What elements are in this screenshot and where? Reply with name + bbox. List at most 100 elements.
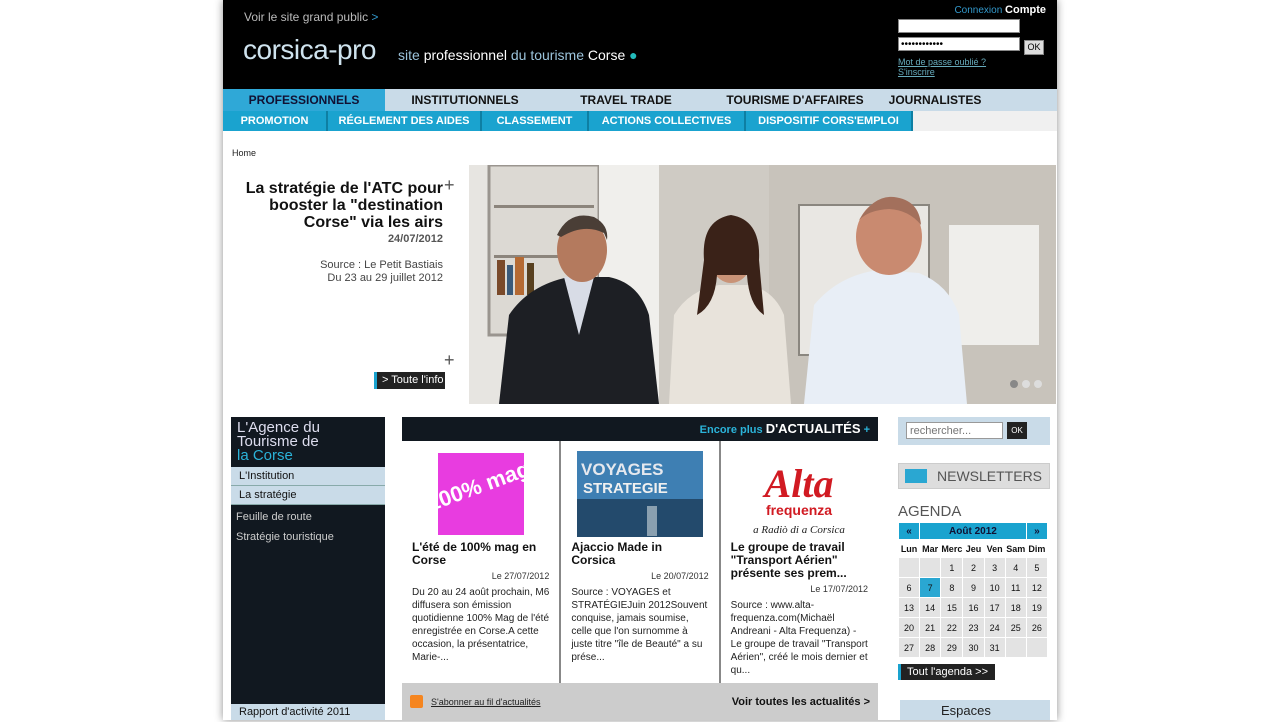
subnav-actions-collectives[interactable]: ACTIONS COLLECTIVES: [589, 111, 746, 131]
news-article[interactable]: VOYAGES STRATEGIE Ajaccio Made in Corsic…: [561, 441, 719, 683]
nav-professionnels[interactable]: PROFESSIONNELS: [223, 89, 385, 111]
calendar-day[interactable]: 12: [1025, 577, 1049, 598]
breadcrumb[interactable]: Home: [232, 148, 256, 158]
subnav-reglement-aides[interactable]: RÉGLEMENT DES AIDES: [328, 111, 482, 131]
calendar-week: 20 21 22 23 24 25 26: [897, 617, 1049, 638]
calendar-day[interactable]: 17: [983, 597, 1006, 618]
calendar-day[interactable]: 26: [1025, 617, 1049, 638]
calendar-day[interactable]: 25: [1004, 617, 1027, 638]
nav-journalistes[interactable]: JOURNALISTES: [883, 89, 987, 111]
article-title[interactable]: Le groupe de travail "Transport Aérien" …: [731, 541, 868, 580]
weekday-header: Sam: [1004, 539, 1027, 558]
calendar-day[interactable]: 4: [1004, 557, 1027, 578]
sidebar-subitem-feuille-de-route[interactable]: Feuille de route: [231, 507, 385, 527]
article-title[interactable]: Ajaccio Made in Corsica: [571, 541, 708, 567]
agenda-title: AGENDA: [898, 503, 962, 520]
logo[interactable]: corsica-pro: [243, 34, 376, 66]
featured-source: Source : Le Petit Bastiais Du 23 au 29 j…: [243, 259, 443, 285]
toute-info-button[interactable]: > Toute l'info: [374, 372, 445, 389]
subnav-cors-emploi[interactable]: DISPOSITIF CORS'EMPLOI: [746, 111, 913, 131]
rss-subscribe-link[interactable]: S'abonner au fil d'actualités: [410, 695, 541, 708]
plus-icon: +: [863, 424, 870, 436]
calendar-next-button[interactable]: »: [1025, 522, 1049, 540]
featured-article: La stratégie de l'ATC pour booster la "d…: [243, 180, 443, 285]
featured-source-line: Du 23 au 29 juillet 2012: [327, 272, 443, 284]
subnav-classement[interactable]: CLASSEMENT: [482, 111, 589, 131]
calendar-month: Août 2012: [919, 522, 1027, 540]
slider-dot[interactable]: [1034, 380, 1042, 388]
calendar-day[interactable]: 18: [1004, 597, 1027, 618]
calendar-day[interactable]: 27: [897, 637, 921, 658]
search-input[interactable]: [906, 422, 1003, 439]
calendar-day[interactable]: 15: [940, 597, 964, 618]
thumbnail-text: Alta: [762, 461, 834, 506]
article-thumbnail-100mag[interactable]: 100% mag: [417, 451, 544, 537]
search-ok-button[interactable]: OK: [1007, 422, 1027, 439]
news-header-small: Encore plus: [699, 424, 763, 436]
sidebar-item-rapport[interactable]: Rapport d'activité 2011: [231, 704, 385, 720]
public-site-link[interactable]: Voir le site grand public >: [244, 10, 378, 24]
article-thumbnail-alta-frequenza[interactable]: Alta frequenza a Radiò di a Corsica: [736, 451, 863, 537]
calendar-day[interactable]: 14: [919, 597, 942, 618]
thumbnail-text: VOYAGES: [581, 460, 664, 479]
search-box: OK: [898, 417, 1050, 445]
login-ok-button[interactable]: OK: [1024, 40, 1044, 55]
featured-title[interactable]: La stratégie de l'ATC pour booster la "d…: [243, 180, 443, 231]
slider-dot[interactable]: [1010, 380, 1018, 388]
calendar-day[interactable]: 22: [940, 617, 964, 638]
weekday-header: Jeu: [962, 539, 985, 558]
espaces-panel[interactable]: Espaces: [900, 700, 1050, 720]
tagline-part: site: [398, 47, 420, 63]
weekday-header: Mar: [919, 539, 942, 558]
calendar-day[interactable]: 29: [940, 637, 964, 658]
calendar-day[interactable]: 2: [962, 557, 985, 578]
subnav-promotion[interactable]: PROMOTION: [223, 111, 328, 131]
news-header[interactable]: Encore plus D'ACTUALITÉS +: [402, 417, 878, 441]
calendar-day[interactable]: 31: [983, 637, 1006, 658]
calendar-day[interactable]: 8: [940, 577, 964, 598]
register-link[interactable]: S'inscrire: [898, 67, 1048, 77]
nav-institutionnels[interactable]: INSTITUTIONNELS: [385, 89, 545, 111]
forgot-password-link[interactable]: Mot de passe oublié ?: [898, 57, 1048, 67]
calendar-day[interactable]: 5: [1025, 557, 1049, 578]
calendar-empty-cell: [897, 557, 921, 578]
username-input[interactable]: [898, 19, 1020, 33]
calendar-day[interactable]: 1: [940, 557, 964, 578]
calendar-day[interactable]: 23: [962, 617, 985, 638]
newsletters-button[interactable]: NEWSLETTERS: [898, 463, 1050, 489]
calendar-day[interactable]: 9: [962, 577, 985, 598]
slider-dot[interactable]: [1022, 380, 1030, 388]
news-article[interactable]: 100% mag L'été de 100% mag en Corse Le 2…: [402, 441, 560, 683]
envelope-icon: [905, 469, 927, 483]
featured-photo[interactable]: [469, 165, 1056, 404]
sidebar-item-strategie[interactable]: La stratégie: [231, 486, 385, 505]
article-thumbnail-voyages[interactable]: VOYAGES STRATEGIE: [576, 451, 703, 537]
calendar-day[interactable]: 6: [897, 577, 921, 598]
calendar-day[interactable]: 7: [919, 577, 942, 598]
sidebar-item-institution[interactable]: L'Institution: [231, 467, 385, 486]
calendar-day[interactable]: 16: [962, 597, 985, 618]
news-footer: S'abonner au fil d'actualités Voir toute…: [402, 683, 878, 720]
news-panel: Encore plus D'ACTUALITÉS + 100% mag L'ét…: [402, 417, 878, 720]
calendar-day[interactable]: 24: [983, 617, 1006, 638]
calendar-day[interactable]: 13: [897, 597, 921, 618]
calendar-day[interactable]: 21: [919, 617, 942, 638]
calendar-day[interactable]: 3: [983, 557, 1006, 578]
calendar-day[interactable]: 20: [897, 617, 921, 638]
see-all-news-link[interactable]: Voir toutes les actualités >: [732, 696, 870, 708]
password-input[interactable]: [898, 37, 1020, 51]
nav-travel-trade[interactable]: TRAVEL TRADE: [545, 89, 707, 111]
calendar-day[interactable]: 11: [1004, 577, 1027, 598]
nav-tourisme-affaires[interactable]: TOURISME D'AFFAIRES: [707, 89, 883, 111]
sidebar-subitem-strategie-touristique[interactable]: Stratégie touristique: [231, 527, 385, 547]
all-agenda-button[interactable]: Tout l'agenda >>: [898, 664, 995, 680]
calendar-prev-button[interactable]: «: [897, 522, 921, 540]
calendar-day[interactable]: 28: [919, 637, 942, 658]
calendar-day[interactable]: 10: [983, 577, 1006, 598]
tagline-dot-icon: ●: [629, 47, 638, 63]
article-title[interactable]: L'été de 100% mag en Corse: [412, 541, 549, 567]
newsletters-label: NEWSLETTERS: [937, 468, 1043, 484]
calendar-day[interactable]: 19: [1025, 597, 1049, 618]
news-article[interactable]: Alta frequenza a Radiò di a Corsica Le g…: [720, 441, 878, 683]
calendar-day[interactable]: 30: [962, 637, 985, 658]
